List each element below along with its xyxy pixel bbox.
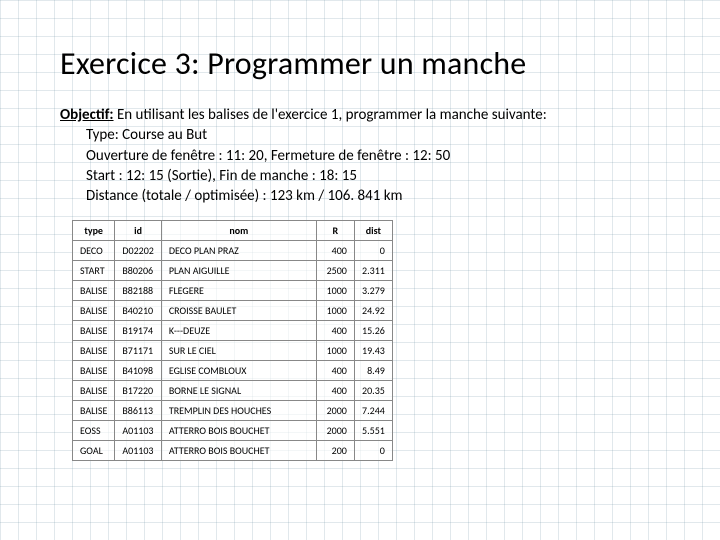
cell-type: BALISE [73,281,115,301]
col-nom: nom [161,221,316,241]
cell-type: DECO [73,241,115,261]
table-row: GOALA01103ATTERRO BOIS BOUCHET2000 [73,441,393,461]
table-row: BALISEB40210CROISSE BAULET100024.92 [73,301,393,321]
cell-r: 1000 [316,301,354,321]
cell-r: 400 [316,321,354,341]
cell-nom: ATTERRO BOIS BOUCHET [161,441,316,461]
slide: Exercice 3: Programmer un manche Objecti… [0,0,720,481]
cell-dist: 20.35 [354,381,392,401]
cell-r: 400 [316,361,354,381]
cell-dist: 19.43 [354,341,392,361]
objective-first-line: En utilisant les balises de l'exercice 1… [117,106,547,124]
cell-type: BALISE [73,381,115,401]
cell-id: B19174 [115,321,162,341]
cell-id: B86113 [115,401,162,421]
cell-nom: TREMPLIN DES HOUCHES [161,401,316,421]
cell-dist: 8.49 [354,361,392,381]
cell-type: BALISE [73,321,115,341]
cell-dist: 5.551 [354,421,392,441]
cell-type: GOAL [73,441,115,461]
col-type: type [73,221,115,241]
cell-r: 200 [316,441,354,461]
cell-type: BALISE [73,361,115,381]
cell-id: B80206 [115,261,162,281]
cell-type: START [73,261,115,281]
objective-line: Type: Course au But [60,125,676,145]
table-row: BALISEB17220BORNE LE SIGNAL40020.35 [73,381,393,401]
cell-r: 400 [316,241,354,261]
col-dist: dist [354,221,392,241]
col-r: R [316,221,354,241]
cell-id: D02202 [115,241,162,261]
table-row: EOSSA01103ATTERRO BOIS BOUCHET20005.551 [73,421,393,441]
cell-dist: 24.92 [354,301,392,321]
cell-type: BALISE [73,301,115,321]
cell-r: 2500 [316,261,354,281]
table-row: STARTB80206PLAN AIGUILLE25002.311 [73,261,393,281]
cell-nom: BORNE LE SIGNAL [161,381,316,401]
cell-dist: 2.311 [354,261,392,281]
cell-nom: EGLISE COMBLOUX [161,361,316,381]
cell-dist: 0 [354,441,392,461]
waypoints-table: type id nom R dist DECOD02202DECO PLAN P… [72,220,393,461]
cell-nom: PLAN AIGUILLE [161,261,316,281]
col-id: id [115,221,162,241]
cell-id: A01103 [115,441,162,461]
objective-line: Ouverture de fenêtre : 11: 20, Fermeture… [60,146,676,166]
objective-line: Distance (totale / optimisée) : 123 km /… [60,186,676,206]
cell-r: 400 [316,381,354,401]
cell-r: 2000 [316,421,354,441]
table-header-row: type id nom R dist [73,221,393,241]
cell-type: BALISE [73,341,115,361]
cell-nom: ATTERRO BOIS BOUCHET [161,421,316,441]
cell-id: A01103 [115,421,162,441]
cell-id: B82188 [115,281,162,301]
table-row: BALISEB71171SUR LE CIEL100019.43 [73,341,393,361]
objective-line: Start : 12: 15 (Sortie), Fin de manche :… [60,166,676,186]
page-title: Exercice 3: Programmer un manche [60,44,676,83]
cell-nom: CROISSE BAULET [161,301,316,321]
cell-nom: SUR LE CIEL [161,341,316,361]
cell-r: 2000 [316,401,354,421]
cell-type: BALISE [73,401,115,421]
cell-dist: 7.244 [354,401,392,421]
table-row: BALISEB82188FLEGERE10003.279 [73,281,393,301]
table-row: BALISEB19174K---DEUZE40015.26 [73,321,393,341]
table-row: BALISEB86113TREMPLIN DES HOUCHES20007.24… [73,401,393,421]
cell-r: 1000 [316,281,354,301]
cell-nom: K---DEUZE [161,321,316,341]
table-row: BALISEB41098EGLISE COMBLOUX4008.49 [73,361,393,381]
cell-dist: 3.279 [354,281,392,301]
cell-dist: 0 [354,241,392,261]
cell-dist: 15.26 [354,321,392,341]
cell-type: EOSS [73,421,115,441]
cell-r: 1000 [316,341,354,361]
cell-id: B17220 [115,381,162,401]
objective-block: Objectif: En utilisant les balises de l'… [60,105,676,206]
cell-id: B41098 [115,361,162,381]
cell-id: B40210 [115,301,162,321]
objective-label: Objectif: [60,106,114,124]
cell-nom: FLEGERE [161,281,316,301]
cell-nom: DECO PLAN PRAZ [161,241,316,261]
table-row: DECOD02202DECO PLAN PRAZ4000 [73,241,393,261]
cell-id: B71171 [115,341,162,361]
